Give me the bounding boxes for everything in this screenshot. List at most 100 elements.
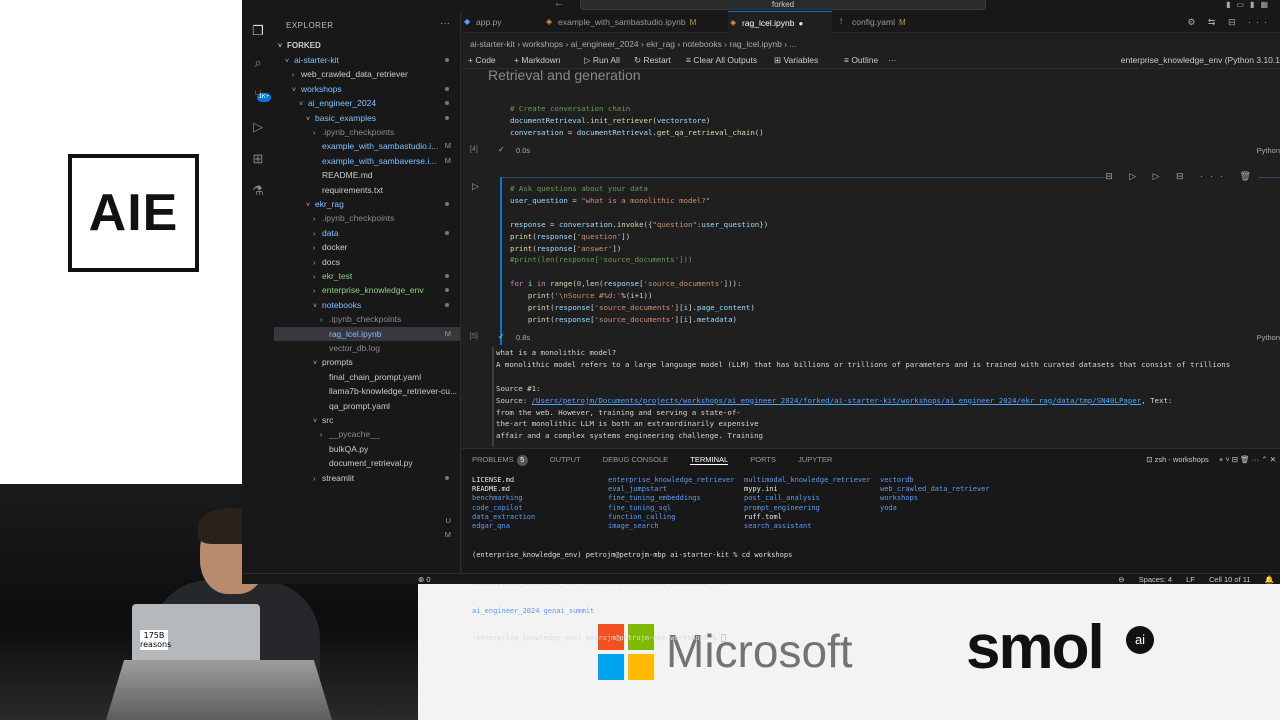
editor-actions[interactable]: ⚙ ⇆ ⊟ ··· (1187, 17, 1272, 28)
terminal-line: (enterprise_knowledge_env) petrojm@petro… (472, 634, 792, 643)
tree-item-label: ai-starter-kit (294, 55, 339, 65)
cell-position-status[interactable]: Cell 10 of 11 (1209, 575, 1251, 584)
cell-1-language[interactable]: Python (1257, 146, 1280, 155)
tab-rag-lcel[interactable]: ◈ rag_lcel.ipynb ● (728, 11, 832, 33)
tree-item[interactable]: › enterprise_knowledge_env (274, 283, 460, 297)
terminal-entry: ruff.toml (744, 512, 782, 521)
modified-dot-icon (445, 475, 449, 480)
terminal-name[interactable]: zsh - workshops (1155, 455, 1209, 464)
tab-app-py[interactable]: ◆ app.py (462, 11, 540, 33)
tree-item[interactable]: ˅ ai-starter-kit (274, 53, 460, 67)
add-code-button[interactable]: + Code (468, 55, 496, 65)
toolbar-more-button[interactable]: ··· (888, 55, 897, 65)
tree-item[interactable]: › .ipynb_checkpoints (274, 211, 460, 225)
layout-controls[interactable]: ▮▭▮▦ (1226, 0, 1274, 9)
tab-example-sambastudio[interactable]: ◈ example_with_sambastudio.ipynb M (544, 11, 724, 33)
run-all-button[interactable]: ▷ Run All (584, 55, 620, 66)
problems-status[interactable]: ⊗ 0 (418, 575, 431, 584)
run-debug-icon[interactable]: ▷ (250, 119, 266, 135)
output-line: A monolithic model refers to a large lan… (496, 359, 1231, 369)
status-right: ⊖ Spaces: 4 LF Cell 10 of 11 🔔 (1106, 575, 1274, 584)
tree-item[interactable]: ˅ ekr_rag (274, 197, 460, 211)
tree-item[interactable]: example_with_sambaverse.i... M (274, 154, 460, 168)
variables-button[interactable]: ⊞ Variables (774, 55, 818, 66)
tab-problems[interactable]: PROBLEMS 5 (472, 455, 528, 466)
tree-item[interactable]: ˅ workshops (274, 82, 460, 96)
clear-outputs-button[interactable]: ≡ Clear All Outputs (686, 55, 757, 65)
code-cell-2[interactable]: # Ask questions about your data user_ques… (510, 183, 768, 326)
editor-tabs: ◆ app.py ◈ example_with_sambastudio.ipynb M… (462, 11, 1280, 33)
testing-flask-icon[interactable]: ⚗ (250, 183, 266, 199)
tree-item-label: final_chain_prompt.yaml (329, 371, 422, 382)
command-center-search[interactable]: forked (580, 0, 986, 10)
zoom-icon[interactable]: ⊖ (1118, 575, 1124, 584)
tree-item[interactable]: ˅ src (274, 413, 460, 427)
tree-item[interactable]: › __pycache__ (274, 427, 460, 441)
terminal-prompts[interactable]: (enterprise_knowledge_env) petrojm@petro… (472, 533, 792, 662)
breadcrumb[interactable]: ai-starter-kit › workshops › ai_engineer… (470, 39, 796, 49)
notifications-bell-icon[interactable]: 🔔 (1265, 575, 1274, 584)
code-cell-1[interactable]: # Create conversation chain documentRetri… (510, 103, 764, 139)
tab-config-yaml[interactable]: ! config.yaml M (838, 11, 928, 33)
terminal-entry: LICENSE.md (472, 476, 515, 484)
tree-item[interactable]: qa_prompt.yaml (274, 399, 460, 413)
terminal-actions[interactable]: ⊡ zsh - workshops + ˅ ⊟ 🗑 ··· ⌃ ✕ (1146, 455, 1276, 464)
tree-item[interactable]: ˅ notebooks (274, 298, 460, 312)
source-file-link[interactable]: /Users/petrojm/Documents/projects/worksh… (532, 396, 1142, 405)
restart-button[interactable]: ↻ Restart (634, 55, 671, 66)
tree-item[interactable]: requirements.txt (274, 183, 460, 197)
terminal-line: (enterprise_knowledge_env) petrojm@petro… (472, 551, 793, 560)
more-actions-icon[interactable]: ··· (440, 18, 450, 29)
tree-item[interactable]: › web_crawled_data_retriever (274, 67, 460, 81)
tree-item[interactable]: bulkQA.py (274, 442, 460, 456)
terminal-icon: ⊡ (1146, 455, 1155, 464)
tree-item[interactable]: example_with_sambastudio.i... M (274, 139, 460, 153)
tree-item-label: prompts (322, 357, 353, 368)
kernel-picker[interactable]: enterprise_knowledge_env (Python 3.10.1 (1121, 55, 1280, 65)
tab-terminal[interactable]: TERMINAL (690, 455, 729, 465)
extensions-icon[interactable]: ⊞ (250, 151, 266, 167)
explorer-files-icon[interactable]: ❐ (250, 23, 266, 39)
tab-ports[interactable]: PORTS (750, 455, 776, 464)
tree-item[interactable]: README.md (274, 168, 460, 182)
modified-dot-icon (445, 230, 449, 235)
explorer-root[interactable]: ˅ FORKED (274, 39, 460, 53)
code-line: print(response['source_documents'][i].me… (527, 314, 737, 324)
cell-toolbar[interactable]: ⊟ ▷ ▷ ⊟ ··· 🗑 (1105, 171, 1258, 182)
indentation-status[interactable]: Spaces: 4 (1139, 575, 1172, 584)
tree-item[interactable]: rag_lcel.ipynb M (274, 326, 460, 341)
tree-item[interactable]: › docker (274, 240, 460, 254)
tree-item[interactable]: › docs (274, 255, 460, 269)
terminal-action-icons[interactable]: + ˅ ⊟ 🗑 ··· ⌃ ✕ (1219, 455, 1276, 464)
add-markdown-button[interactable]: + Markdown (514, 55, 561, 65)
run-cell-button[interactable]: ▷ (472, 181, 479, 192)
tree-item[interactable]: › ekr_test (274, 269, 460, 283)
tree-item-label: web_crawled_data_retriever (301, 69, 408, 80)
tree-item[interactable]: vector_db.log (274, 341, 460, 355)
tree-item[interactable]: ˅ basic_examples (274, 111, 460, 125)
tree-item-label: llama7b-knowledge_retriever-cu... (329, 386, 458, 397)
tree-item[interactable]: › .ipynb_checkpoints (274, 312, 460, 326)
tree-item[interactable]: llama7b-knowledge_retriever-cu... (274, 384, 460, 398)
tab-jupyter[interactable]: JUPYTER (798, 455, 832, 464)
file-status-modified: M (444, 530, 451, 539)
modified-dot-icon (445, 101, 449, 106)
tree-item[interactable]: document_retrieval.py (274, 456, 460, 470)
eol-status[interactable]: LF (1186, 575, 1195, 584)
tree-item[interactable]: › streamlit (274, 471, 460, 485)
outline-button[interactable]: ≡ Outline (844, 55, 878, 65)
cell-2-language[interactable]: Python (1257, 333, 1280, 342)
output-line: what is a monolithic model? (496, 348, 617, 357)
tree-item[interactable]: ˅ ai_engineer_2024 (274, 96, 460, 110)
modified-dot-icon (445, 58, 449, 62)
extra-mark-row: M (274, 528, 460, 542)
back-arrow-icon[interactable]: ← (554, 0, 564, 9)
tree-item[interactable]: ˅ prompts (274, 355, 460, 369)
tab-output[interactable]: OUTPUT (550, 455, 581, 464)
tree-item-label: .ipynb_checkpoints (322, 213, 395, 224)
tab-debug-console[interactable]: DEBUG CONSOLE (603, 455, 668, 464)
search-icon[interactable]: ⌕ (250, 55, 266, 71)
tree-item[interactable]: final_chain_prompt.yaml (274, 370, 460, 384)
tree-item[interactable]: › .ipynb_checkpoints (274, 125, 460, 139)
tree-item[interactable]: › data (274, 226, 460, 240)
